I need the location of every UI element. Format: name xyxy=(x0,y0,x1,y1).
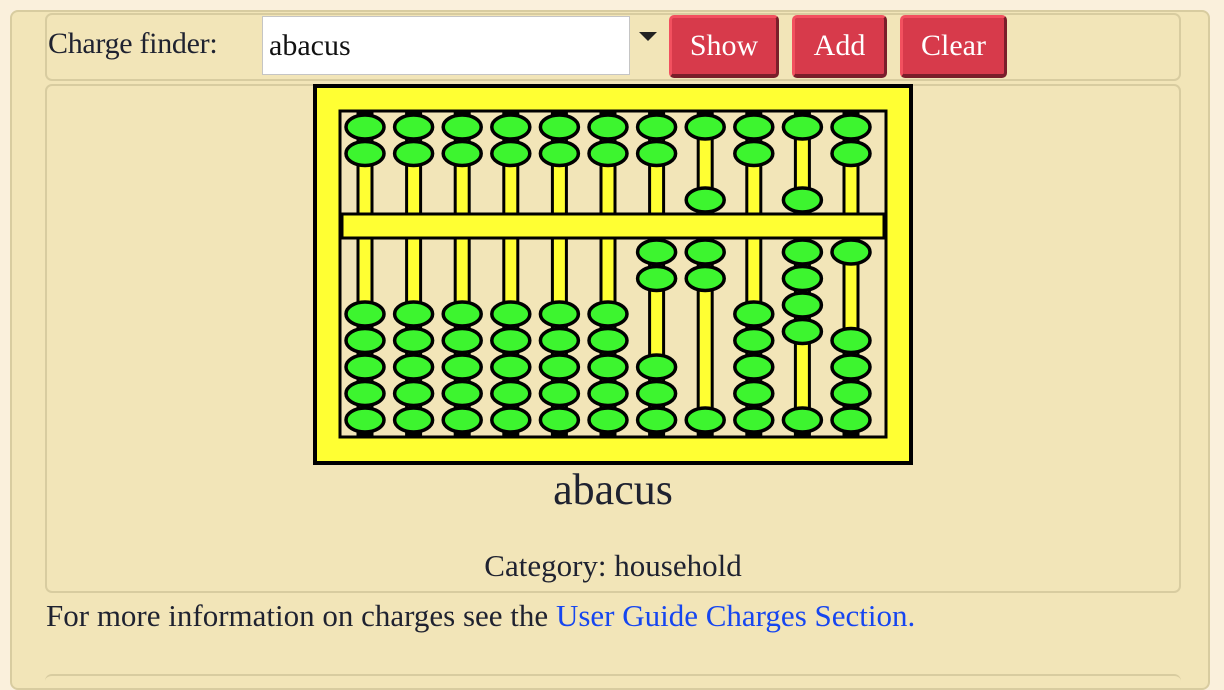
abacus-bead xyxy=(441,113,483,141)
abacus-bead xyxy=(392,353,435,381)
abacus-bead xyxy=(830,139,872,168)
abacus-bead xyxy=(635,406,678,434)
abacus-bead xyxy=(344,353,386,381)
abacus-bead xyxy=(538,326,581,355)
abacus-bead xyxy=(635,353,678,381)
abacus-bead xyxy=(781,264,824,293)
abacus-bead xyxy=(635,238,678,266)
abacus-bead xyxy=(684,186,726,214)
abacus-bead xyxy=(392,379,435,408)
abacus-bar xyxy=(340,212,886,240)
abacus-bead xyxy=(490,139,532,168)
abacus-image xyxy=(313,84,913,465)
abacus-bead xyxy=(684,264,726,293)
abacus-bead xyxy=(635,379,678,408)
abacus-bead xyxy=(441,300,483,328)
abacus-bead xyxy=(441,379,483,408)
abacus-bead xyxy=(490,113,532,141)
abacus-bead xyxy=(781,291,824,319)
clear-button[interactable]: Clear xyxy=(900,15,1007,78)
abacus-bead xyxy=(392,406,435,434)
abacus-bead xyxy=(587,113,629,141)
charge-finder-label: Charge finder: xyxy=(48,27,218,60)
abacus-bead xyxy=(684,238,726,266)
abacus-bead xyxy=(684,406,726,434)
abacus-bead xyxy=(733,300,775,328)
abacus-bead xyxy=(538,379,581,408)
abacus-bead xyxy=(587,326,629,355)
abacus-bead xyxy=(781,113,824,141)
abacus-bead xyxy=(830,113,872,141)
abacus-bead xyxy=(781,406,824,434)
abacus-bead xyxy=(635,264,678,293)
abacus-bead xyxy=(733,113,775,141)
abacus-bead xyxy=(587,300,629,328)
abacus-bead xyxy=(344,300,386,328)
abacus-bead xyxy=(538,139,581,168)
show-button[interactable]: Show xyxy=(669,15,779,78)
abacus-bead xyxy=(490,379,532,408)
abacus-bead xyxy=(344,113,386,141)
abacus-bead xyxy=(587,353,629,381)
footer-info: For more information on charges see the … xyxy=(46,596,915,636)
abacus-bead xyxy=(733,326,775,355)
category-value: household xyxy=(614,548,742,583)
abacus-bead xyxy=(344,139,386,168)
abacus-bead xyxy=(344,379,386,408)
abacus-bead xyxy=(830,238,872,266)
abacus-bead xyxy=(830,379,872,408)
abacus-bead xyxy=(781,186,824,214)
charge-finder-input[interactable] xyxy=(262,16,630,75)
next-panel-edge xyxy=(45,674,1181,682)
abacus-bead xyxy=(392,139,435,168)
abacus-bead xyxy=(587,139,629,168)
abacus-bead xyxy=(344,406,386,434)
charge-category: Category: household xyxy=(45,546,1181,586)
abacus-bead xyxy=(538,113,581,141)
abacus-bead xyxy=(684,113,726,141)
abacus-bead xyxy=(635,113,678,141)
abacus-bead xyxy=(490,353,532,381)
abacus-bead xyxy=(733,139,775,168)
abacus-bead xyxy=(781,317,824,346)
abacus-bead xyxy=(490,326,532,355)
category-label: Category: xyxy=(484,548,607,583)
abacus-bead xyxy=(538,353,581,381)
abacus-bead xyxy=(490,406,532,434)
abacus-bead xyxy=(635,139,678,168)
abacus-bead xyxy=(830,326,872,355)
abacus-bead xyxy=(733,353,775,381)
abacus-bead xyxy=(441,406,483,434)
abacus-bead xyxy=(344,326,386,355)
abacus-bead xyxy=(441,353,483,381)
caret-down-icon[interactable] xyxy=(639,32,657,41)
charge-name: abacus xyxy=(553,465,673,514)
abacus-bead xyxy=(441,326,483,355)
abacus-bead xyxy=(490,300,532,328)
footer-text: For more information on charges see the xyxy=(46,598,556,633)
abacus-bead xyxy=(733,406,775,434)
user-guide-charges-link[interactable]: User Guide Charges Section. xyxy=(556,598,915,633)
abacus-bead xyxy=(538,300,581,328)
abacus-bead xyxy=(441,139,483,168)
abacus-bead xyxy=(733,379,775,408)
abacus-bead xyxy=(587,406,629,434)
abacus-bead xyxy=(392,113,435,141)
abacus-bead xyxy=(587,379,629,408)
abacus-bead xyxy=(538,406,581,434)
abacus-bead xyxy=(392,300,435,328)
add-button[interactable]: Add xyxy=(792,15,887,78)
abacus-bead xyxy=(392,326,435,355)
abacus-bead xyxy=(781,238,824,266)
abacus-bead xyxy=(830,353,872,381)
abacus-bead xyxy=(830,406,872,434)
